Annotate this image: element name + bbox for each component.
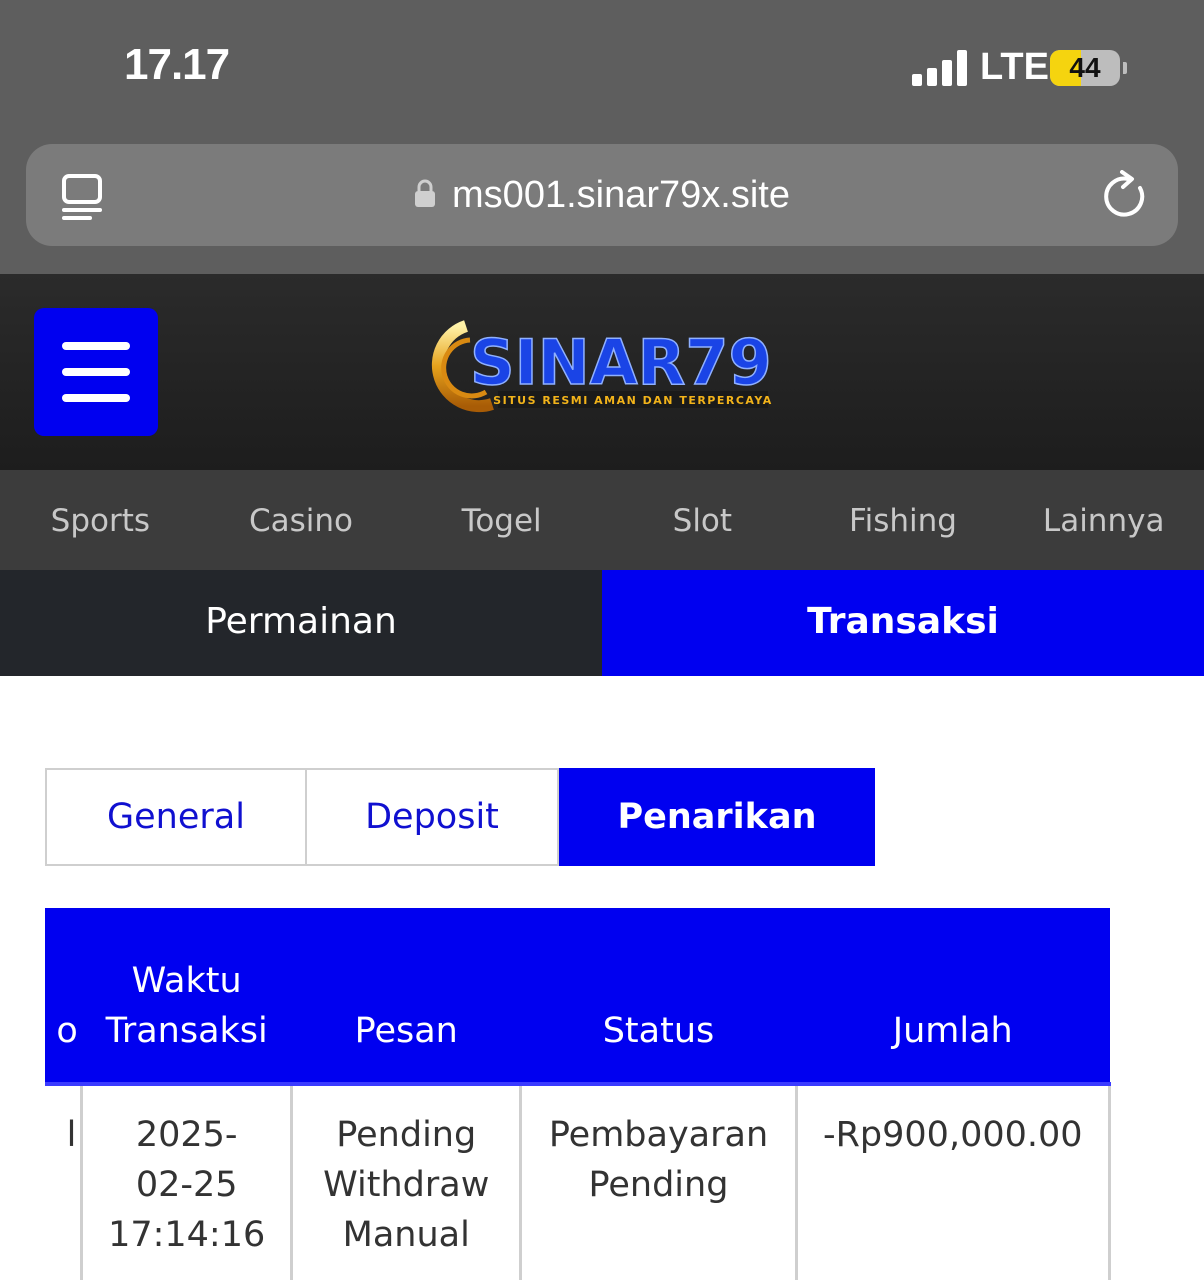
subtab-deposit[interactable]: Deposit (307, 768, 559, 866)
battery-tip (1123, 62, 1127, 74)
url-display[interactable]: ms001.sinar79x.site (26, 144, 1178, 246)
subtab-general[interactable]: General (45, 768, 307, 866)
status-time: 17.17 (124, 40, 230, 89)
transaction-type-tabs: General Deposit Penarikan (45, 768, 875, 866)
transaction-table-scroll[interactable]: o Waktu Transaksi Pesan Status Jumlah l 2… (45, 908, 1159, 1280)
tab-transaksi[interactable]: Transaksi (602, 570, 1204, 676)
cell-jumlah: -Rp900,000.00 (794, 1084, 1112, 1280)
reload-icon[interactable] (1102, 170, 1150, 220)
category-nav: Sports Casino Togel Slot Fishing Lainnya (0, 470, 1204, 570)
cell-pesan: Pending Withdraw Manual (290, 1084, 523, 1280)
cell-status: Pembayaran Pending (519, 1084, 798, 1280)
address-bar[interactable]: ms001.sinar79x.site (26, 144, 1178, 246)
nav-lainnya[interactable]: Lainnya (1003, 470, 1204, 570)
nav-fishing[interactable]: Fishing (803, 470, 1004, 570)
header-status: Status (520, 908, 797, 1086)
battery-percent: 44 (1069, 52, 1101, 83)
tab-permainan[interactable]: Permainan (0, 570, 602, 676)
transaction-table: o Waktu Transaksi Pesan Status Jumlah l 2… (45, 908, 1112, 1280)
header-jumlah: Jumlah (796, 908, 1110, 1086)
sinar79-logo[interactable]: SINAR79 SITUS RESMI AMAN DAN TERPERCAYA (426, 314, 786, 424)
nav-casino[interactable]: Casino (201, 470, 402, 570)
site-header: SINAR79 SITUS RESMI AMAN DAN TERPERCAYA (0, 274, 1204, 470)
battery-icon: 44 (1050, 50, 1120, 86)
cell-no: l (45, 1084, 84, 1280)
table-row: l 2025- 02-25 17:14:16 Pending Withdraw Ma… (45, 1084, 1112, 1280)
logo-tagline: SITUS RESMI AMAN DAN TERPERCAYA (493, 394, 773, 407)
header-waktu: Waktu Transaksi (81, 908, 292, 1086)
nav-slot[interactable]: Slot (602, 470, 803, 570)
status-bar: 17.17 LTE 44 ms001.sinar79x.site (0, 0, 1204, 274)
lock-icon (415, 179, 436, 207)
menu-button[interactable] (34, 308, 158, 436)
main-tabs: Permainan Transaksi (0, 570, 1204, 676)
url-text: ms001.sinar79x.site (452, 174, 790, 216)
nav-togel[interactable]: Togel (401, 470, 602, 570)
network-label: LTE (980, 46, 1049, 88)
cell-waktu: 2025- 02-25 17:14:16 (80, 1084, 294, 1280)
header-no: o (45, 908, 82, 1086)
table-header-row: o Waktu Transaksi Pesan Status Jumlah (45, 908, 1110, 1086)
logo-text: SINAR79 (470, 326, 772, 399)
header-pesan: Pesan (291, 908, 521, 1086)
signal-icon (912, 50, 968, 86)
subtab-penarikan[interactable]: Penarikan (559, 768, 875, 866)
nav-sports[interactable]: Sports (0, 470, 201, 570)
